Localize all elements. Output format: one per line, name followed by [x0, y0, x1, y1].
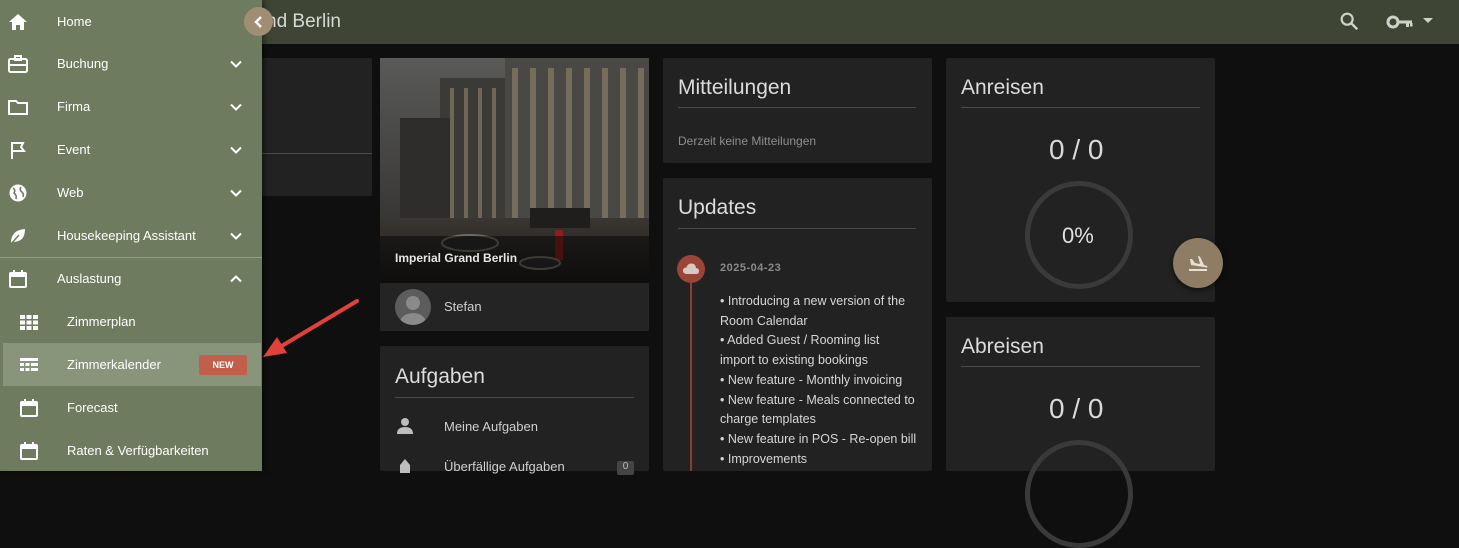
- departures-count: 0 / 0: [1049, 393, 1104, 424]
- calendar-icon: [20, 441, 38, 460]
- update-notes: • Introducing a new version of the Room …: [720, 294, 917, 466]
- messages-title: Mitteilungen: [678, 76, 792, 99]
- arrivals-percent: 0%: [1062, 223, 1094, 248]
- chevron-down-icon: [230, 60, 242, 68]
- chevron-down-icon: [230, 103, 242, 111]
- sidebar-item-label: Home: [57, 14, 92, 29]
- messages-card: Mitteilungen Derzeit keine Mitteilungen: [663, 58, 932, 163]
- calendar-view-icon: [20, 357, 38, 371]
- sidebar-item-raten[interactable]: Raten & Verfügbarkeiten: [0, 429, 262, 472]
- key-icon[interactable]: [1386, 12, 1414, 32]
- task-my-tasks[interactable]: Meine Aufgaben: [444, 419, 538, 434]
- globe-icon: [9, 184, 27, 201]
- folder-icon: [8, 99, 28, 115]
- sidebar-item-label: Buchung: [57, 56, 109, 71]
- partial-card: [262, 58, 372, 196]
- sidebar-item-label: Zimmerkalender: [67, 357, 161, 372]
- sidebar: Home Buchung Firma Event Web Housekeepin…: [0, 0, 262, 471]
- chevron-down-icon: [230, 146, 242, 154]
- sidebar-item-zimmerplan[interactable]: Zimmerplan: [0, 300, 262, 343]
- arrivals-title: Anreisen: [961, 76, 1044, 99]
- sidebar-item-event[interactable]: Event: [0, 128, 262, 171]
- flight-land-icon: [1189, 256, 1208, 271]
- sidebar-item-label: Raten & Verfügbarkeiten: [67, 443, 209, 458]
- chevron-left-icon: [253, 15, 262, 28]
- chevron-down-icon: [230, 232, 242, 240]
- user-row[interactable]: Stefan: [380, 283, 649, 331]
- sidebar-item-label: Housekeeping Assistant: [57, 228, 196, 243]
- arrivals-action-button[interactable]: [1173, 238, 1223, 288]
- sidebar-item-label: Forecast: [67, 400, 118, 415]
- sidebar-item-label: Zimmerplan: [67, 314, 136, 329]
- hotel-image: [380, 58, 649, 282]
- grid-icon: [20, 314, 38, 330]
- home-icon: [9, 13, 27, 30]
- page-title: nd Berlin: [266, 11, 341, 32]
- messages-empty: Derzeit keine Mitteilungen: [678, 134, 817, 148]
- leaf-icon: [10, 228, 25, 244]
- sidebar-item-web[interactable]: Web: [0, 171, 262, 214]
- updates-title: Updates: [678, 196, 757, 219]
- search-icon[interactable]: [1338, 10, 1360, 32]
- dropdown-caret-icon[interactable]: [1421, 12, 1435, 28]
- overdue-count: 0: [617, 461, 634, 475]
- sidebar-item-zimmerkalender[interactable]: Zimmerkalender NEW: [3, 343, 261, 386]
- cloud-icon: [677, 255, 705, 283]
- annotation-arrow: [263, 299, 359, 357]
- sidebar-item-housekeeping[interactable]: Housekeeping Assistant: [0, 214, 262, 257]
- user-name: Stefan: [444, 299, 482, 314]
- briefcase-icon: [8, 54, 28, 73]
- arrivals-count: 0 / 0: [1049, 134, 1104, 165]
- departures-card: Abreisen 0 / 0: [946, 317, 1215, 548]
- departures-progress-ring: [1025, 440, 1133, 548]
- sidebar-item-auslastung[interactable]: Auslastung: [0, 257, 262, 300]
- timeline-line: [690, 282, 692, 471]
- sidebar-item-home[interactable]: Home: [0, 0, 262, 43]
- sidebar-item-firma[interactable]: Firma: [0, 85, 262, 128]
- flag-icon: [11, 141, 26, 159]
- sidebar-item-label: Event: [57, 142, 91, 157]
- chevron-up-icon: [230, 274, 242, 282]
- calendar-icon: [9, 269, 27, 288]
- hotel-name: Imperial Grand Berlin: [395, 251, 518, 265]
- new-badge: NEW: [199, 355, 247, 375]
- update-date: 2025-04-23: [720, 262, 782, 274]
- chevron-down-icon: [230, 189, 242, 197]
- tasks-title: Aufgaben: [395, 365, 485, 388]
- collapse-sidebar-button[interactable]: [244, 7, 273, 36]
- sidebar-item-label: Web: [57, 185, 84, 200]
- person-icon: [397, 418, 413, 434]
- task-overdue[interactable]: Überfällige Aufgaben: [444, 459, 565, 474]
- sidebar-item-forecast[interactable]: Forecast: [0, 386, 262, 429]
- tasks-card: Aufgaben: [380, 346, 649, 471]
- sidebar-item-label: Auslastung: [57, 271, 122, 286]
- sidebar-item-label: Firma: [57, 99, 91, 114]
- calendar-icon: [20, 398, 38, 417]
- avatar: [395, 289, 431, 325]
- sidebar-item-buchung[interactable]: Buchung: [0, 42, 262, 85]
- departures-title: Abreisen: [961, 335, 1044, 358]
